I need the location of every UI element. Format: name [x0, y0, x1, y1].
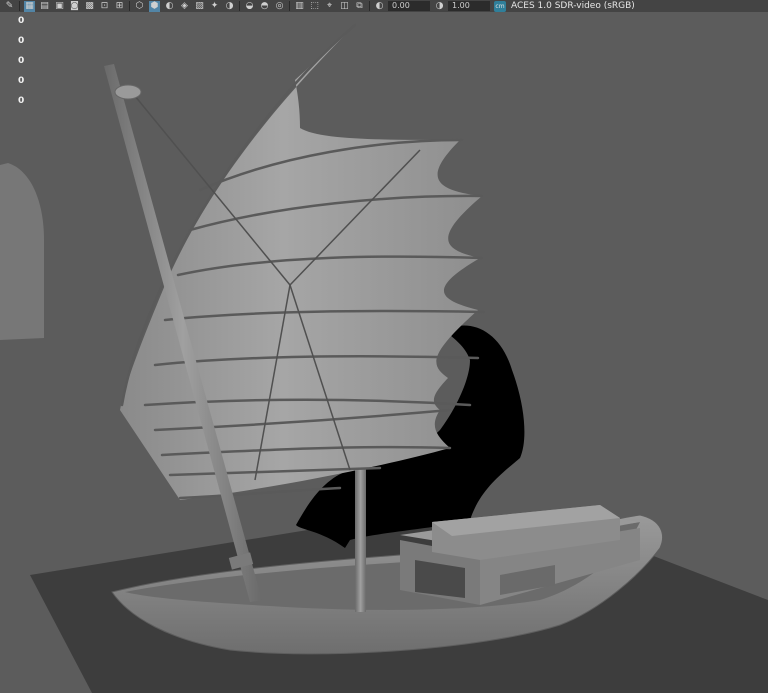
exposure-field[interactable]: 0.00 — [388, 1, 430, 11]
toolbar-divider — [19, 1, 20, 11]
viewport-scene[interactable] — [0, 12, 768, 693]
resolution-gate-icon[interactable]: ▣ — [54, 1, 65, 12]
exposure-icon[interactable]: ◐ — [374, 1, 385, 12]
smooth-shade-icon[interactable]: ⬢ — [149, 0, 160, 12]
color-management-icon[interactable]: cm — [494, 0, 506, 12]
xray-components-icon[interactable]: ◫ — [339, 1, 350, 12]
pencil-icon[interactable]: ✎ — [4, 1, 15, 12]
wireframe-icon[interactable]: ⬡ — [134, 1, 145, 12]
gate-mask-icon[interactable]: ◙ — [69, 1, 80, 12]
gamma-field[interactable]: 1.00 — [448, 1, 490, 11]
field-chart-icon[interactable]: ▩ — [84, 1, 95, 12]
mast-top-ring — [114, 84, 142, 100]
lights-icon[interactable]: ✦ — [209, 1, 220, 12]
toolbar-divider — [129, 1, 130, 11]
grid-icon[interactable]: ▦ — [24, 0, 35, 12]
gamma-icon[interactable]: ◑ — [434, 1, 445, 12]
toolbar-divider — [289, 1, 290, 11]
color-space-label[interactable]: ACES 1.0 SDR-video (sRGB) — [511, 1, 635, 11]
anti-alias-icon[interactable]: ◎ — [274, 1, 285, 12]
background-object — [0, 163, 44, 340]
toolbar-divider — [239, 1, 240, 11]
safe-action-icon[interactable]: ⊡ — [99, 1, 110, 12]
rear-mast — [355, 465, 366, 612]
textured-icon[interactable]: ▨ — [194, 1, 205, 12]
xray-icon[interactable]: ⬚ — [309, 1, 320, 12]
film-gate-icon[interactable]: ▤ — [39, 1, 50, 12]
wireframe-on-shaded-icon[interactable]: ◈ — [179, 1, 190, 12]
backface-cull-icon[interactable]: ⧉ — [354, 1, 365, 12]
ambient-occlusion-icon[interactable]: ◒ — [244, 1, 255, 12]
default-material-icon[interactable]: ◐ — [164, 1, 175, 12]
toolbar-divider — [369, 1, 370, 11]
xray-joints-icon[interactable]: ⌖ — [324, 1, 335, 12]
shadows-icon[interactable]: ◑ — [224, 1, 235, 12]
isolate-select-icon[interactable]: ▥ — [294, 1, 305, 12]
viewport-toolbar: ✎ ▦ ▤ ▣ ◙ ▩ ⊡ ⊞ ⬡ ⬢ ◐ ◈ ▨ ✦ ◑ ◒ ◓ ◎ ▥ ⬚ … — [0, 0, 768, 12]
motion-blur-icon[interactable]: ◓ — [259, 1, 270, 12]
safe-title-icon[interactable]: ⊞ — [114, 1, 125, 12]
